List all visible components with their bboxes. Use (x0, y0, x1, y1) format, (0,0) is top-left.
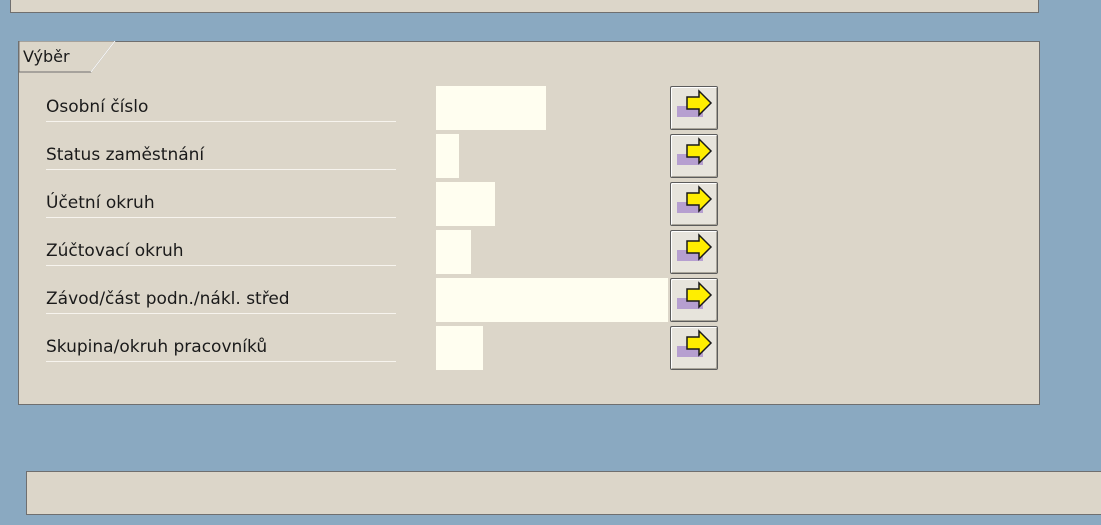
personnel-number-input[interactable] (436, 86, 546, 130)
label-employee-group: Skupina/okruh pracovníků (46, 333, 396, 362)
arrow-right-icon (677, 233, 713, 261)
employee-group-input[interactable] (436, 326, 483, 370)
group-tab: Výběr (19, 41, 119, 73)
multiple-selection-button-payroll-area[interactable] (670, 230, 718, 274)
label-plant-cost-center: Závod/část podn./nákl. střed (46, 285, 396, 314)
arrow-right-icon (677, 281, 713, 309)
company-code-input[interactable] (436, 182, 495, 226)
multiple-selection-button-plant-cost-center[interactable] (670, 278, 718, 322)
plant-cost-center-input[interactable] (436, 278, 668, 322)
multiple-selection-button-personnel-number[interactable] (670, 86, 718, 130)
arrow-right-icon (677, 137, 713, 165)
arrow-right-icon (677, 89, 713, 117)
employment-status-input[interactable] (436, 134, 459, 178)
payroll-area-input[interactable] (436, 230, 471, 274)
label-personnel-number: Osobní číslo (46, 93, 396, 122)
label-payroll-area: Zúčtovací okruh (46, 237, 396, 266)
top-panel (10, 0, 1039, 13)
arrow-right-icon (677, 185, 713, 213)
label-employment-status: Status zaměstnání (46, 141, 396, 170)
label-company-code: Účetní okruh (46, 189, 396, 218)
multiple-selection-button-employee-group[interactable] (670, 326, 718, 370)
arrow-right-icon (677, 329, 713, 357)
group-title: Výběr (23, 47, 70, 66)
status-bar (26, 471, 1101, 515)
multiple-selection-button-company-code[interactable] (670, 182, 718, 226)
multiple-selection-button-employment-status[interactable] (670, 134, 718, 178)
